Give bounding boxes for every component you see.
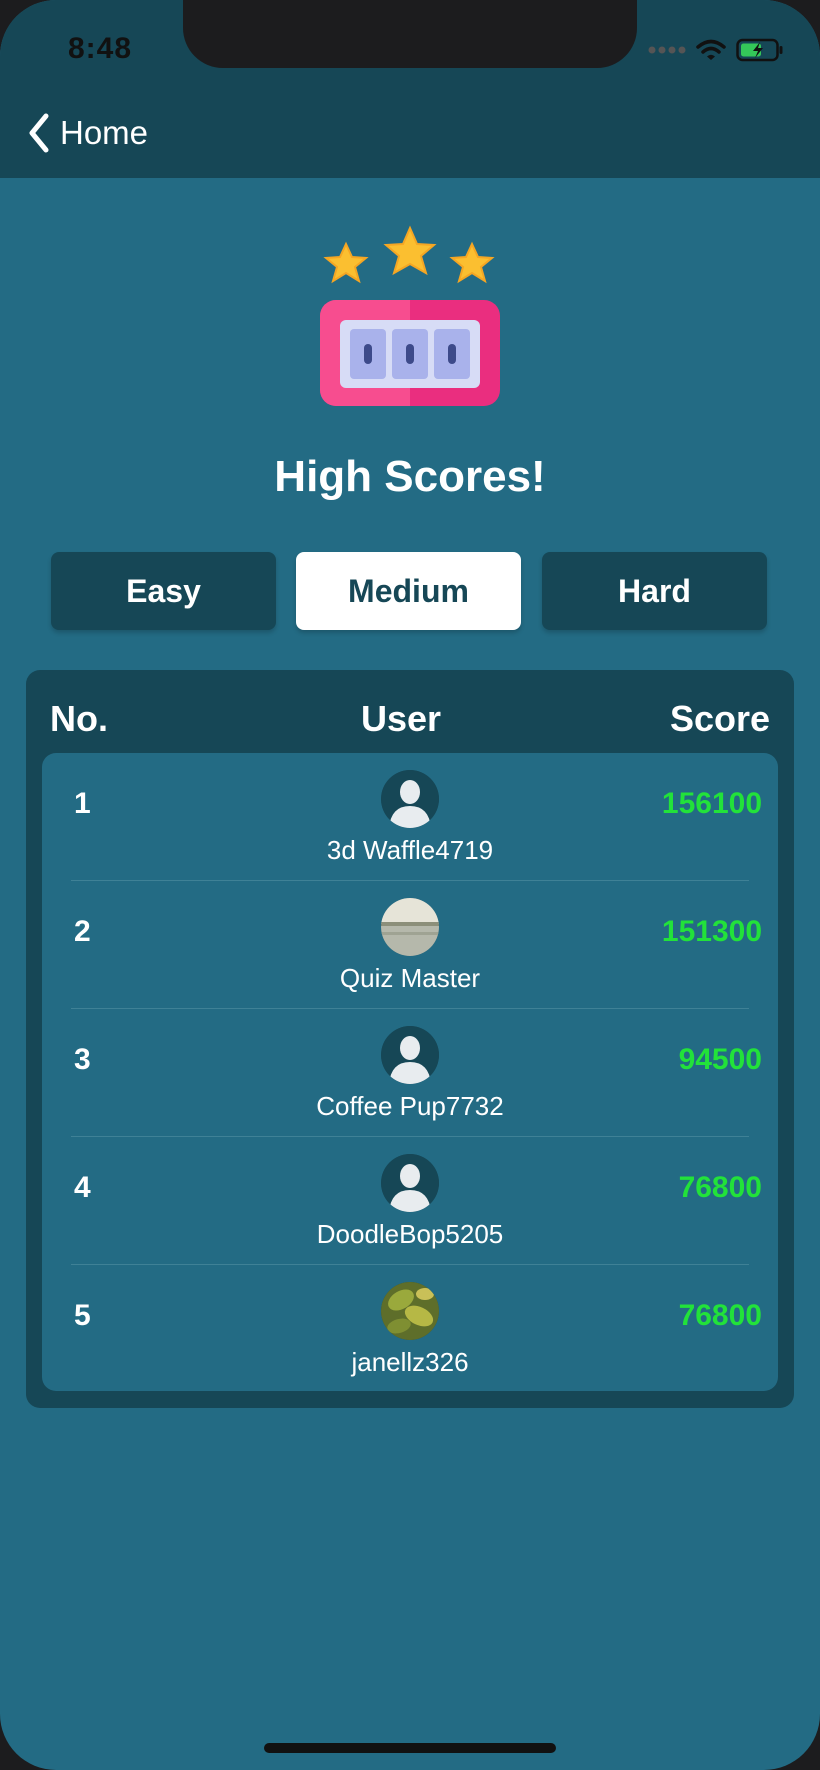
- rank-number: 5: [74, 1299, 91, 1332]
- page-title: High Scores!: [274, 452, 546, 501]
- status-icons: [648, 38, 784, 62]
- rank-number: 4: [74, 1171, 91, 1204]
- user-name: Quiz Master: [339, 963, 481, 993]
- score-list: 1 3d Waffle4719 156100 2 Quiz Master 151…: [42, 753, 778, 1391]
- user-name: DoodleBop5205: [316, 1219, 504, 1249]
- column-header-no: No.: [50, 698, 108, 739]
- default-user-icon: [381, 1154, 439, 1212]
- chevron-left-icon: [29, 113, 49, 153]
- signal-dots-icon: [648, 46, 686, 54]
- user-name: janellz326: [351, 1347, 469, 1377]
- table-row: 1 3d Waffle4719 156100: [42, 753, 778, 881]
- home-indicator[interactable]: [264, 1743, 556, 1753]
- tab-hard[interactable]: Hard: [542, 552, 767, 630]
- column-header-score: Score: [669, 698, 770, 739]
- status-time: 8:48: [68, 32, 133, 65]
- column-header-user: User: [361, 698, 442, 739]
- score-value: 76800: [678, 1171, 762, 1204]
- score-value: 94500: [678, 1043, 762, 1076]
- rank-number: 3: [74, 1043, 91, 1076]
- phone-screen: 8:48 Home High Scores! Easy Medium Hard …: [0, 0, 820, 1770]
- default-user-icon: [381, 1026, 439, 1084]
- back-button[interactable]: Home: [26, 112, 148, 154]
- user-name: 3d Waffle4719: [326, 835, 494, 865]
- table-row: 2 Quiz Master 151300: [42, 881, 778, 1009]
- leaderboard: No. User Score 1 3d Waffle4719 156100 2: [26, 670, 794, 1408]
- back-label: Home: [60, 114, 149, 151]
- battery-charging-icon: [736, 38, 783, 62]
- tab-easy[interactable]: Easy: [51, 552, 276, 630]
- rank-number: 1: [74, 787, 91, 820]
- table-row: 5 janellz326 76800: [42, 1265, 778, 1391]
- table-row: 3 Coffee Pup7732 94500: [42, 1009, 778, 1137]
- score-value: 76800: [678, 1299, 762, 1332]
- slot-machine-stars-icon: [320, 225, 500, 406]
- table-row: 4 DoodleBop5205 76800: [42, 1137, 778, 1265]
- user-name: Coffee Pup7732: [316, 1091, 504, 1121]
- tab-medium[interactable]: Medium: [296, 552, 521, 630]
- lake-photo-avatar: [381, 898, 439, 956]
- difficulty-tabs: Easy Medium Hard: [51, 552, 768, 630]
- wifi-icon: [696, 39, 726, 60]
- score-value: 156100: [661, 787, 762, 820]
- default-user-icon: [381, 770, 439, 828]
- score-value: 151300: [661, 915, 762, 948]
- device-notch: [183, 0, 637, 68]
- leaf-photo-avatar: [381, 1282, 439, 1340]
- rank-number: 2: [74, 915, 91, 948]
